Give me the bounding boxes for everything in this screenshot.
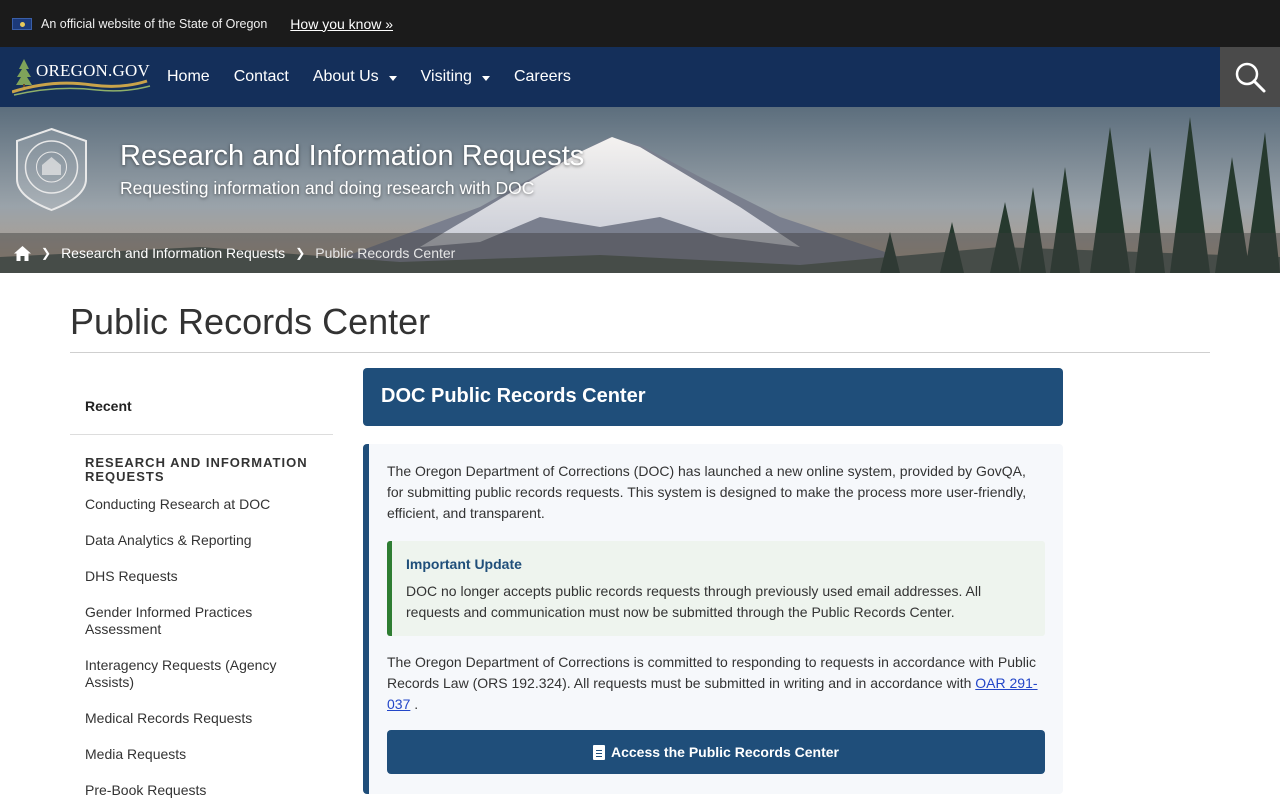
sidebar-list: Conducting Research at DOC Data Analytic… [70,496,333,799]
sidebar-item-media-requests[interactable]: Media Requests [70,746,300,763]
sidebar-item-conducting-research[interactable]: Conducting Research at DOC [70,496,300,513]
law-paragraph: The Oregon Department of Corrections is … [387,652,1047,715]
oregon-flag-icon [12,17,32,30]
nav-contact-label: Contact [233,68,289,85]
nav-visiting[interactable]: Visiting [421,68,490,86]
cta-label: Access the Public Records Center [611,744,839,760]
nav-home[interactable]: Home [167,68,210,86]
official-website-text: An official website of the State of Oreg… [41,16,268,31]
nav-contact[interactable]: Contact [234,68,289,86]
breadcrumb: ❯ Research and Information Requests ❯ Pu… [0,233,1280,273]
home-icon[interactable] [14,245,31,261]
sidebar-item-dhs-requests[interactable]: DHS Requests [70,568,300,585]
content-card: The Oregon Department of Corrections (DO… [363,444,1063,794]
sidebar-item-medical-records[interactable]: Medical Records Requests [70,710,300,727]
hero-banner: Research and Information Requests Reques… [0,107,1280,273]
content-header-title: DOC Public Records Center [381,385,646,407]
law-text: The Oregon Department of Corrections is … [387,654,1036,691]
sidebar-item-gender-informed[interactable]: Gender Informed Practices Assessment [70,604,300,638]
important-update-alert: Important Update DOC no longer accepts p… [387,541,1045,636]
nav-visiting-label: Visiting [420,68,472,85]
content-header: DOC Public Records Center [363,368,1063,426]
breadcrumb-current: Public Records Center [315,245,456,261]
sidebar-recent[interactable]: Recent [70,383,333,435]
chevron-right-icon: ❯ [295,246,306,260]
nav-items: Home Contact About Us Visiting Careers [167,68,595,86]
hero-subtitle: Requesting information and doing researc… [120,178,535,198]
title-divider [70,352,1210,353]
nav-about-us-label: About Us [312,68,379,85]
how-you-know-link[interactable]: How you know » [290,16,393,32]
nav-careers-label: Careers [513,68,571,85]
page-title: Public Records Center [70,301,431,342]
sidebar-item-pre-book[interactable]: Pre-Book Requests [70,782,300,799]
doc-seal-logo [16,127,87,212]
nav-careers[interactable]: Careers [514,68,571,86]
chevron-down-icon [481,75,490,81]
main-nav: OREGON.GOV Home Contact About Us Visitin… [0,47,1280,107]
nav-about-us[interactable]: About Us [313,68,397,86]
sidebar-heading[interactable]: RESEARCH AND INFORMATION REQUESTS [70,456,320,484]
alert-text: DOC no longer accepts public records req… [406,583,982,620]
chevron-down-icon [388,75,397,81]
hero-title: Research and Information Requests [120,140,585,172]
oregon-gov-logo[interactable]: OREGON.GOV [12,47,162,107]
brand-text: OREGON.GOV [36,61,150,80]
nav-home-label: Home [167,68,210,85]
intro-paragraph: The Oregon Department of Corrections (DO… [387,463,1027,521]
alert-title: Important Update [406,556,522,572]
chevron-right-icon: ❯ [41,246,52,260]
law-end: . [414,696,419,712]
access-public-records-button[interactable]: Access the Public Records Center [387,730,1045,774]
search-button[interactable] [1220,47,1280,107]
breadcrumb-research[interactable]: Research and Information Requests [61,245,285,261]
sidebar-item-data-analytics[interactable]: Data Analytics & Reporting [70,532,300,549]
document-icon [593,744,605,760]
sidebar-nav: Recent RESEARCH AND INFORMATION REQUESTS… [70,383,333,800]
official-banner: An official website of the State of Oreg… [0,0,1280,47]
search-icon [1235,62,1266,93]
sidebar-item-interagency[interactable]: Interagency Requests (Agency Assists) [70,657,300,691]
